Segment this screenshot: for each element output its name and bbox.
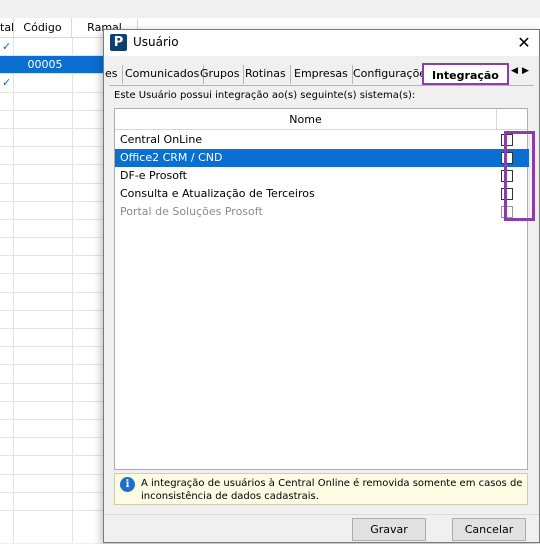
list-item-label: Portal de Soluções Prosoft [120,205,263,218]
parent-row-code: 00005 [27,58,63,72]
integration-checkbox[interactable] [501,134,513,146]
cancel-button[interactable]: Cancelar [452,518,526,541]
dialog-title: Usuário [133,35,179,49]
dialog-footer: Gravar Cancelar [104,514,539,544]
list-item-label: Office2 CRM / CND [120,151,223,164]
column-header-check[interactable] [497,109,529,130]
check-icon: ✓ [2,40,12,53]
parent-row[interactable]: ✓ [0,38,110,57]
integration-description: Este Usuário possui integração ao(s) seg… [114,90,416,101]
list-item-central-online[interactable]: Central OnLine [115,131,529,149]
list-item-label: DF-e Prosoft [120,169,187,182]
integration-checkbox[interactable] [501,152,513,164]
parent-toolbar-strip [0,0,540,18]
info-text-line1: A integração de usuários à Central Onlin… [141,478,523,489]
list-item-office2-crm[interactable]: Office2 CRM / CND [115,149,529,167]
tab-grupos[interactable]: Grupos [196,65,245,84]
tab-strip: es Comunicados Grupos Rotinas Empresas C… [104,63,539,85]
tab-scroll-left-icon[interactable]: ◀ [511,66,518,76]
tab-empresas[interactable]: Empresas [290,65,353,84]
tab-scroll-right-icon[interactable]: ▶ [522,66,529,76]
parent-row[interactable]: ✓ [0,74,110,93]
parent-grid-rows: ✓ 00005 ✓ [0,38,110,511]
parent-col-header-codigo[interactable]: Código [14,18,72,38]
tab-rotinas[interactable]: Rotinas [241,65,291,84]
info-icon: i [120,477,135,492]
prosoft-logo-icon: P [110,34,127,51]
save-button[interactable]: Gravar [352,518,426,541]
integration-checkbox [501,206,513,218]
list-item-consulta-terceiros[interactable]: Consulta e Atualização de Terceiros [115,185,529,203]
close-button[interactable]: ✕ [513,32,535,54]
check-icon: ✓ [2,76,12,90]
parent-row-selected[interactable]: 00005 [0,56,110,75]
tab-comunicados[interactable]: Comunicados [121,65,205,84]
parent-col-header-tal[interactable]: tal [0,18,14,38]
list-item-dfe-prosoft[interactable]: DF-e Prosoft [115,167,529,185]
info-text-line2: inconsistência de dados cadastrais. [141,491,319,502]
list-header: Nome [115,109,527,130]
integration-checkbox[interactable] [501,170,513,182]
systems-list: Nome Central OnLine Office2 CRM / CND DF… [114,108,535,470]
dialog-titlebar[interactable]: P Usuário ✕ [104,30,539,56]
column-header-nome[interactable]: Nome [115,109,497,130]
list-item-label: Consulta e Atualização de Terceiros [120,187,315,200]
info-notice: i A integração de usuários à Central Onl… [114,473,528,505]
tab-integracao[interactable]: Integração [422,63,509,85]
list-item-label: Central OnLine [120,133,203,146]
list-item-portal-solucoes: Portal de Soluções Prosoft [115,203,529,221]
user-dialog: P Usuário ✕ es Comunicados Grupos Rotina… [103,29,540,543]
integration-checkbox[interactable] [501,188,513,200]
tab-clipped[interactable]: es [101,65,123,84]
